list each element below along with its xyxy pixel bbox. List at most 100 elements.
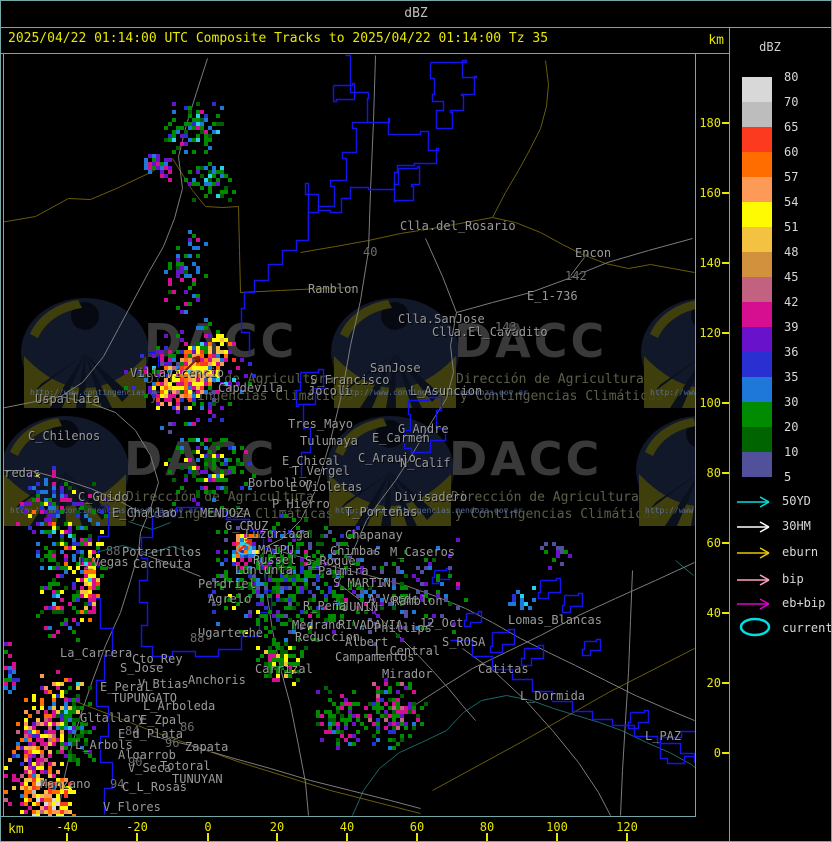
dbz-scale-label: 65	[784, 120, 799, 134]
bip-arrow-icon	[737, 574, 770, 586]
map-place-label: L_Arboleda	[143, 699, 216, 713]
bottom-axis-tick-label: -40	[56, 820, 78, 834]
map-place-label: Clla.El_Cavadito	[432, 325, 548, 339]
right-axis-tick-mark	[722, 682, 729, 684]
map-place-label: Zapata	[185, 740, 229, 754]
map-place-label: Campamentos	[335, 650, 415, 664]
map-place-label: Uspallata	[35, 392, 101, 406]
dbz-scale-label: 39	[784, 320, 799, 334]
bottom-axis-tick-mark	[207, 833, 209, 841]
dbz-scale-label: 30	[784, 395, 799, 409]
map-place-label: P_Hierro	[272, 497, 330, 511]
map-place-label: Agrelo	[208, 592, 252, 606]
legend-marker-label: current	[782, 621, 832, 635]
map-place-label: Jocoli	[308, 384, 352, 398]
map-place-label: Lunlunta	[235, 563, 293, 577]
right-axis-tick-mark	[722, 332, 729, 334]
legend-panel: dBZ 80 70 65 60 57 54 51 48 45 42 39 36 35 30 20 10 5 50…	[730, 28, 832, 841]
bottom-axis-tick-mark	[556, 833, 558, 841]
map-place-label: S_MARTIN	[333, 576, 391, 590]
dbz-scale-block	[742, 102, 772, 127]
bottom-axis-tick-mark	[486, 833, 488, 841]
dbz-scale-label: 20	[784, 420, 799, 434]
right-axis-tick-mark	[722, 122, 729, 124]
map-place-label: Mirador	[382, 667, 433, 681]
map-place-label: Luzuriaga	[245, 527, 311, 541]
legend-marker-row: current	[730, 617, 832, 637]
map-place-label: Manzano	[40, 777, 91, 791]
bottom-axis-tick-label: 80	[479, 820, 495, 834]
dbz-scale-label: 60	[784, 145, 799, 159]
right-axis-unit-label: km	[708, 33, 724, 48]
dbz-scale-block	[742, 252, 772, 277]
dbz-scale-block	[742, 127, 772, 152]
map-place-label: Encon	[575, 246, 612, 260]
bottom-axis-ruler: km -40 -20 0 20 40 60 80 100 120	[0, 817, 730, 842]
legend-marker-row: 50YD	[730, 493, 831, 509]
bottom-axis-unit-label: km	[8, 822, 24, 837]
legend-marker-row: eburn	[730, 544, 831, 560]
map-place-label: L_Vegas	[78, 555, 129, 569]
map-place-label: R_Peña	[303, 599, 347, 613]
dbz-scale-label: 70	[784, 95, 799, 109]
bottom-axis-tick-mark	[276, 833, 278, 841]
right-axis-tick-mark	[722, 472, 729, 474]
right-axis-tick-label: 0	[713, 746, 721, 760]
map-place-label: L_Asuncion	[410, 384, 483, 398]
dbz-scale-block	[742, 227, 772, 252]
map-place-label: Ramblon	[392, 594, 443, 608]
map-place-label: aredas	[4, 466, 41, 480]
dbz-scale-label: 10	[784, 445, 799, 459]
frame-under-title	[0, 27, 832, 28]
bottom-axis-tick-label: 120	[616, 820, 638, 834]
map-place-label: E_Challao	[112, 506, 178, 520]
dbz-scale-block	[742, 177, 772, 202]
right-axis-tick-mark	[722, 752, 729, 754]
right-axis-tick-label: 80	[706, 466, 721, 480]
legend-marker-label: bip	[782, 572, 804, 586]
bottom-axis-tick-mark	[416, 833, 418, 841]
map-place-label: Divisadero	[395, 490, 468, 504]
map-place-label: L_PAZ	[645, 729, 682, 743]
legend-marker-label: eb+bip	[782, 596, 826, 610]
map-place-label: E_Zpal	[140, 713, 184, 727]
frame-top	[0, 0, 832, 1]
map-place-label: E_1-736	[527, 289, 578, 303]
dbz-scale-block	[742, 427, 772, 452]
map-place-label: E_Carmen	[372, 431, 430, 445]
right-axis-tick-mark	[722, 402, 729, 404]
map-label-layer: Ramblon Clla.del_Rosario Encon 142 E_1-736 40…	[4, 54, 695, 816]
map-place-label: N_Calif	[400, 456, 451, 470]
bottom-axis-tick-label: 20	[269, 820, 285, 834]
legend-marker-row: 30HM	[730, 518, 831, 534]
map-place-label: S_Jose	[120, 661, 164, 675]
map-place-label: V_Flores	[103, 800, 161, 814]
map-place-label: MENDOZA	[200, 506, 251, 520]
map-place-label: JUNIN	[342, 600, 379, 614]
radar-app-window: dBZ 2025/04/22 01:14:00 UTC Composite Tr…	[0, 0, 832, 842]
right-axis-tick-mark	[722, 542, 729, 544]
dbz-scale-label: 80	[784, 70, 799, 84]
right-axis-tick-label: 60	[706, 536, 721, 550]
map-place-label: Anchoris	[188, 673, 246, 687]
dbz-scale-block	[742, 327, 772, 352]
eb+bip-arrow-icon	[737, 598, 770, 610]
map-place-label: Ramblon	[308, 282, 359, 296]
window-title: dBZ	[404, 6, 428, 21]
map-place-label: Cacheuta	[133, 557, 191, 571]
map-place-label: Carrizal	[255, 662, 313, 676]
legend-marker-label: eburn	[782, 545, 819, 559]
dbz-scale-label: 54	[784, 195, 799, 209]
bottom-axis-tick-label: 60	[409, 820, 425, 834]
dbz-scale-label: 51	[784, 220, 799, 234]
timestamp-line: 2025/04/22 01:14:00 UTC Composite Tracks…	[8, 31, 549, 46]
right-axis-tick-mark	[722, 262, 729, 264]
legend-title: dBZ	[759, 40, 781, 54]
right-axis-tick-label: 160	[699, 186, 721, 200]
dbz-scale-block	[742, 77, 772, 102]
map-place-label: Totoral	[160, 759, 211, 773]
bottom-axis-tick-label: -20	[126, 820, 148, 834]
dbz-scale-block	[742, 377, 772, 402]
map-place-label: Tulumaya	[300, 434, 358, 448]
map-place-label: C_Chilenos	[28, 429, 101, 443]
